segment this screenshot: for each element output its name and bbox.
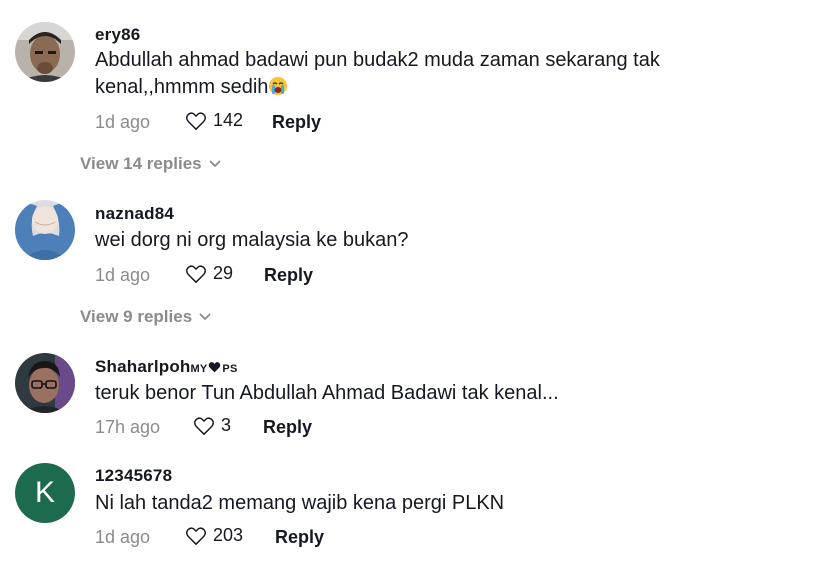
comment-username[interactable]: ery86	[95, 25, 140, 45]
like-count: 3	[221, 415, 232, 435]
username-suffix-my: MY	[190, 363, 208, 375]
like-count: 29	[213, 263, 234, 283]
loudly-crying-face-emoji-icon	[268, 76, 288, 96]
like-count: 203	[213, 525, 244, 545]
avatar[interactable]	[15, 22, 75, 82]
avatar[interactable]	[15, 353, 75, 413]
comment-text-body: Abdullah ahmad badawi pun budak2 muda za…	[95, 49, 660, 98]
comment-timestamp: 1d ago	[95, 265, 151, 285]
comment-username[interactable]: naznad84	[95, 204, 174, 224]
like-button[interactable]: 29	[185, 263, 233, 284]
heart-outline-icon	[194, 416, 214, 435]
like-count: 142	[213, 110, 244, 130]
heart-outline-icon	[186, 264, 206, 283]
reply-button[interactable]: Reply	[263, 417, 312, 438]
comment-username[interactable]: 12345678	[95, 466, 172, 486]
comment-timestamp: 1d ago	[95, 527, 151, 547]
comment-text: Abdullah ahmad badawi pun budak2 muda za…	[95, 47, 695, 101]
avatar[interactable]: K	[15, 463, 75, 523]
heart-outline-icon	[186, 526, 206, 545]
view-replies-label: View 9 replies	[80, 307, 193, 326]
username-text: Shaharlpoh	[95, 357, 191, 376]
comment-text: teruk benor Tun Abdullah Ahmad Badawi ta…	[95, 382, 559, 404]
reply-button[interactable]: Reply	[264, 265, 313, 286]
chevron-down-icon	[209, 160, 221, 167]
comment-text: wei dorg ni org malaysia ke bukan?	[95, 229, 409, 251]
avatar[interactable]	[15, 200, 75, 260]
black-heart-icon	[209, 362, 221, 373]
comment-username[interactable]: ShaharlpohMY PS	[95, 357, 238, 377]
chevron-down-icon	[199, 313, 211, 320]
comment-timestamp: 17h ago	[95, 417, 161, 437]
like-button[interactable]: 142	[185, 110, 243, 131]
heart-outline-icon	[186, 111, 206, 130]
reply-button[interactable]: Reply	[272, 112, 321, 133]
reply-button[interactable]: Reply	[275, 527, 324, 548]
view-replies-label: View 14 replies	[80, 154, 202, 173]
comment-timestamp: 1d ago	[95, 112, 151, 132]
username-suffix-ps: PS	[222, 363, 238, 375]
view-replies-button[interactable]: View 14 replies	[80, 154, 221, 174]
like-button[interactable]: 203	[185, 525, 243, 546]
comment-text: Ni lah tanda2 memang wajib kena pergi PL…	[95, 492, 505, 514]
like-button[interactable]: 3	[193, 415, 231, 436]
view-replies-button[interactable]: View 9 replies	[80, 307, 211, 327]
